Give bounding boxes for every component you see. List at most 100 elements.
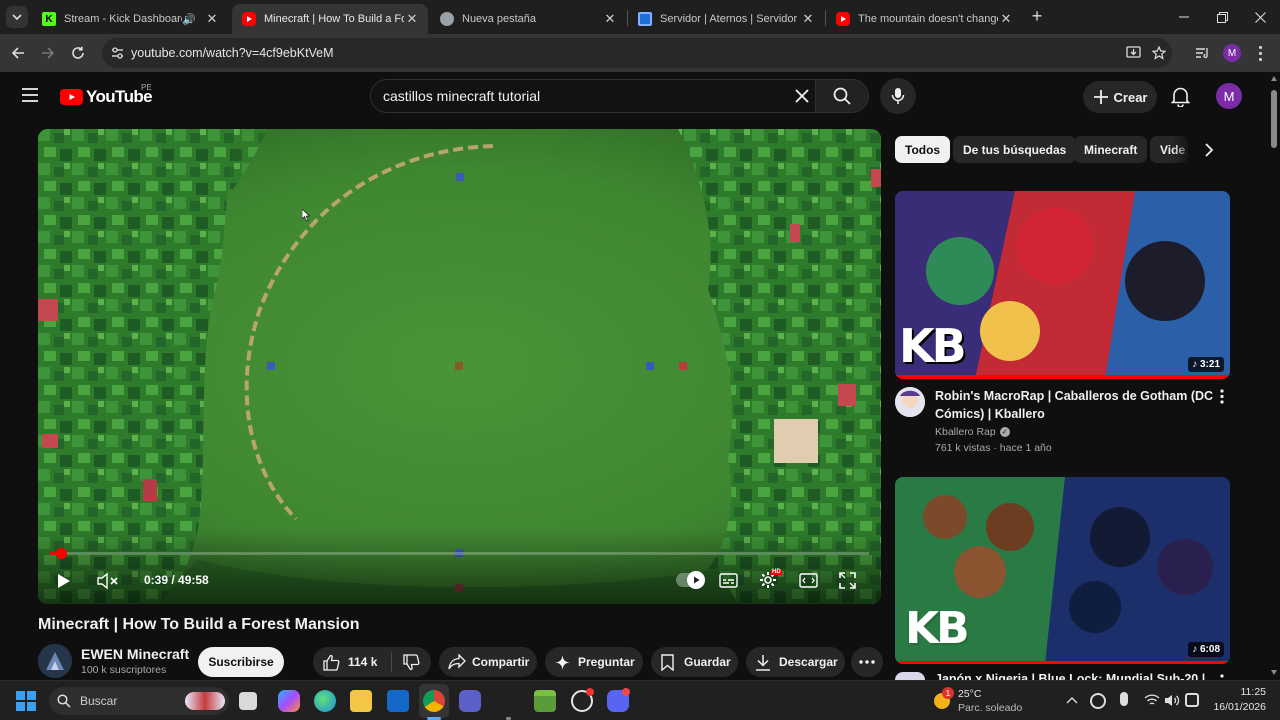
chip-de-tus-busquedas[interactable]: De tus búsquedas xyxy=(953,136,1077,163)
create-button[interactable]: Crear xyxy=(1083,81,1157,113)
scroll-up-arrow-icon[interactable] xyxy=(1271,76,1277,81)
tab-list-dropdown-button[interactable] xyxy=(6,6,28,28)
weather-widget[interactable]: 1 25°C Parc. soleado xyxy=(932,687,1032,717)
sync-icon[interactable] xyxy=(1090,693,1106,709)
mute-icon[interactable] xyxy=(97,572,119,590)
reading-list-icon[interactable] xyxy=(1195,47,1209,59)
volume-icon[interactable] xyxy=(1164,694,1180,707)
hamburger-menu-icon[interactable] xyxy=(21,88,39,102)
duration-text: 6:08 xyxy=(1199,644,1220,655)
taskbar-search-box[interactable]: Buscar xyxy=(49,687,229,715)
subtitles-icon[interactable] xyxy=(719,573,738,588)
browser-tab-new-tab[interactable]: Nueva pestaña ✕ xyxy=(430,4,626,34)
browser-tab-kick[interactable]: K Stream - Kick Dashboard 🔊 ✕ xyxy=(32,4,228,34)
install-app-icon[interactable] xyxy=(1126,46,1141,60)
youtube-logo[interactable]: YouTube xyxy=(60,87,153,107)
notifications-bell-icon[interactable] xyxy=(1171,86,1190,107)
dislike-button[interactable] xyxy=(392,647,430,677)
recommended-channel-avatar[interactable] xyxy=(895,387,925,417)
close-tab-icon[interactable]: ✕ xyxy=(602,11,618,27)
speaker-icon[interactable]: 🔊 xyxy=(182,13,196,26)
like-button[interactable]: 114 k xyxy=(313,647,391,677)
browser-menu-button[interactable] xyxy=(1255,44,1265,62)
channel-avatar[interactable] xyxy=(38,644,72,678)
chevron-right-icon[interactable] xyxy=(1204,143,1214,157)
back-button[interactable] xyxy=(7,42,29,64)
chrome-icon[interactable] xyxy=(423,690,445,712)
bookmark-star-icon[interactable] xyxy=(1152,46,1166,60)
minecraft-icon[interactable] xyxy=(534,690,556,712)
edge-icon[interactable] xyxy=(314,690,336,712)
video-player[interactable]: 0:39 / 49:58 HD xyxy=(38,129,881,604)
theater-mode-icon[interactable] xyxy=(799,573,818,588)
autoplay-toggle[interactable] xyxy=(676,571,705,589)
recommended-thumbnail[interactable]: KB ♪ 6:08 xyxy=(895,477,1230,664)
teams-icon[interactable] xyxy=(459,690,481,712)
forward-button[interactable] xyxy=(37,42,59,64)
browser-tab-aternos[interactable]: Servidor | Aternos | Servidor de ✕ xyxy=(628,4,824,34)
wifi-icon[interactable] xyxy=(1144,694,1160,707)
play-icon[interactable] xyxy=(57,573,71,589)
profile-avatar-button[interactable]: M xyxy=(1223,44,1241,62)
recommended-thumbnail[interactable]: KB ♪ 3:21 xyxy=(895,191,1230,379)
minimize-window-button[interactable] xyxy=(1174,8,1194,26)
settings-button[interactable]: HD xyxy=(759,569,782,591)
restore-window-button[interactable] xyxy=(1212,8,1232,26)
recommended-channel-name[interactable]: Kballero Rap xyxy=(935,426,996,438)
microphone-icon[interactable] xyxy=(1120,692,1128,706)
address-bar[interactable]: youtube.com/watch?v=4cf9ebKtVeM xyxy=(102,38,1172,68)
progress-scrubber[interactable] xyxy=(55,548,67,559)
search-icon xyxy=(57,694,71,708)
tab-title: Nueva pestaña xyxy=(462,13,536,25)
arrow-right-icon xyxy=(42,47,55,59)
progress-bar[interactable] xyxy=(50,548,869,559)
search-button[interactable] xyxy=(815,79,869,113)
copilot-icon[interactable] xyxy=(278,690,300,712)
task-view-icon[interactable] xyxy=(239,692,257,710)
recommended-video-title[interactable]: Japón x Nigeria | Blue Lock: Mundial Sub… xyxy=(935,672,1215,680)
battery-icon[interactable] xyxy=(1185,693,1199,707)
reload-button[interactable] xyxy=(67,42,89,64)
ask-button[interactable]: Preguntar xyxy=(545,647,643,677)
chip-minecraft[interactable]: Minecraft xyxy=(1074,136,1148,163)
subscribe-button[interactable]: Suscribirse xyxy=(198,647,284,677)
chevron-up-icon[interactable] xyxy=(1066,696,1078,704)
close-window-button[interactable] xyxy=(1250,8,1270,26)
close-tab-icon[interactable]: ✕ xyxy=(404,11,420,27)
site-info-icon[interactable] xyxy=(111,47,124,59)
new-tab-button[interactable]: + xyxy=(1028,7,1046,26)
chip-todos[interactable]: Todos xyxy=(895,136,951,163)
recommended-video-title[interactable]: Robin's MacroRap | Caballeros de Gotham … xyxy=(935,387,1215,423)
recommended-channel-avatar[interactable] xyxy=(895,672,925,680)
save-button[interactable]: Guardar xyxy=(651,647,738,677)
more-actions-button[interactable] xyxy=(851,647,883,677)
weather-temp: 25°C xyxy=(958,688,982,700)
scroll-down-arrow-icon[interactable] xyxy=(1271,670,1277,675)
share-button[interactable]: Compartir xyxy=(439,647,537,677)
close-tab-icon[interactable]: ✕ xyxy=(998,11,1014,27)
search-box[interactable]: castillos minecraft tutorial xyxy=(370,79,816,113)
browser-tab-youtube-active[interactable]: Minecraft | How To Build a Fore ✕ xyxy=(232,4,428,34)
subscriber-count: 100 k suscriptores xyxy=(81,664,167,676)
more-vertical-icon[interactable] xyxy=(1220,389,1224,404)
youtube-logo-icon xyxy=(60,89,83,105)
account-avatar[interactable]: M xyxy=(1216,83,1242,109)
file-explorer-icon[interactable] xyxy=(350,690,372,712)
voice-search-button[interactable] xyxy=(880,78,916,114)
scrollbar-thumb[interactable] xyxy=(1271,90,1277,148)
search-input[interactable]: castillos minecraft tutorial xyxy=(383,88,540,104)
close-tab-icon[interactable]: ✕ xyxy=(204,11,220,27)
start-button[interactable] xyxy=(16,691,36,711)
browser-tab-youtube-2[interactable]: The mountain doesn't change. ✕ xyxy=(826,4,1022,34)
clear-search-icon[interactable] xyxy=(795,89,809,103)
channel-name[interactable]: EWEN Minecraft xyxy=(81,646,189,662)
outlook-icon[interactable] xyxy=(387,690,409,712)
fullscreen-icon[interactable] xyxy=(839,572,856,589)
close-tab-icon[interactable]: ✕ xyxy=(800,11,816,27)
clock-time: 11:25 xyxy=(1240,686,1267,698)
restore-icon xyxy=(1216,11,1228,23)
taskbar-clock[interactable]: 11:25 16/01/2026 xyxy=(1206,686,1266,713)
download-button[interactable]: Descargar xyxy=(746,647,845,677)
page-scrollbar[interactable] xyxy=(1268,72,1280,680)
thumbs-down-icon xyxy=(402,653,419,670)
